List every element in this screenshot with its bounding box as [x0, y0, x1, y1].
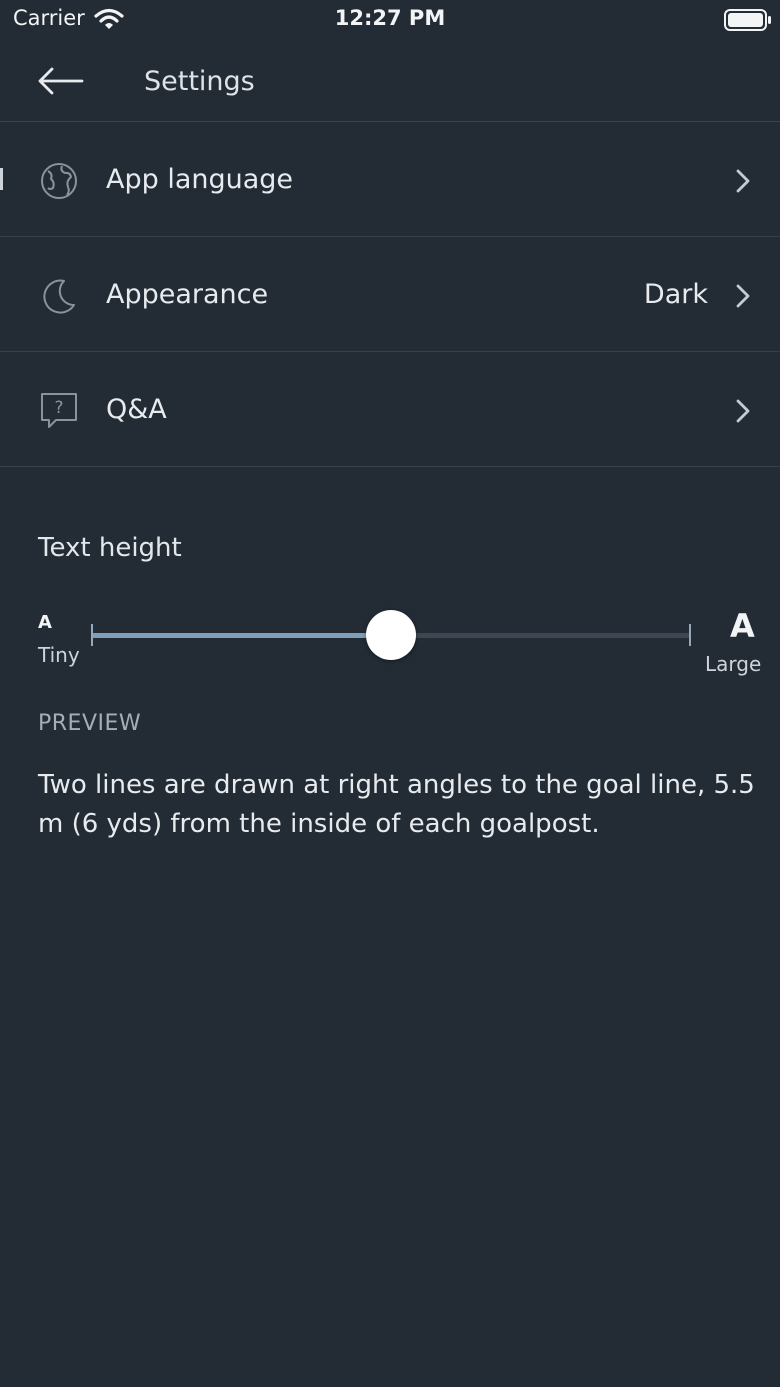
- back-arrow-icon[interactable]: [36, 66, 84, 100]
- settings-item-label: Appearance: [106, 279, 269, 310]
- large-a-glyph: A: [730, 607, 755, 645]
- status-bar: Carrier 12:27 PM: [0, 0, 780, 40]
- svg-text:?: ?: [54, 398, 63, 418]
- tiny-label: Tiny: [38, 643, 80, 667]
- preview-text: Two lines are drawn at right angles to t…: [38, 770, 755, 839]
- battery-icon: [724, 9, 772, 35]
- text-height-title: Text height: [38, 533, 182, 563]
- chevron-right-icon: [734, 398, 752, 428]
- question-bubble-icon: ?: [40, 392, 78, 430]
- chevron-right-icon: [734, 283, 752, 313]
- page-title: Settings: [144, 66, 255, 97]
- settings-item-label: App language: [106, 164, 294, 195]
- slider-max-tick: [689, 624, 691, 646]
- moon-icon: [40, 277, 78, 315]
- nav-bar: Settings: [0, 40, 780, 122]
- small-a-glyph: A: [38, 612, 52, 633]
- slider-min-tick: [91, 624, 93, 646]
- globe-icon: [40, 162, 78, 200]
- status-time: 12:27 PM: [334, 6, 446, 30]
- settings-item-qa[interactable]: ? Q&A: [0, 352, 780, 467]
- text-height-slider[interactable]: [90, 610, 692, 660]
- chevron-right-icon: [734, 168, 752, 198]
- appearance-value: Dark: [643, 279, 708, 310]
- settings-item-label: Q&A: [106, 394, 167, 425]
- preview-label: PREVIEW: [38, 711, 142, 736]
- settings-item-app-language[interactable]: App language: [0, 122, 780, 237]
- large-label: Large: [705, 652, 762, 676]
- settings-item-appearance[interactable]: Appearance Dark: [0, 237, 780, 352]
- slider-thumb[interactable]: [366, 610, 416, 660]
- slider-fill: [92, 633, 391, 638]
